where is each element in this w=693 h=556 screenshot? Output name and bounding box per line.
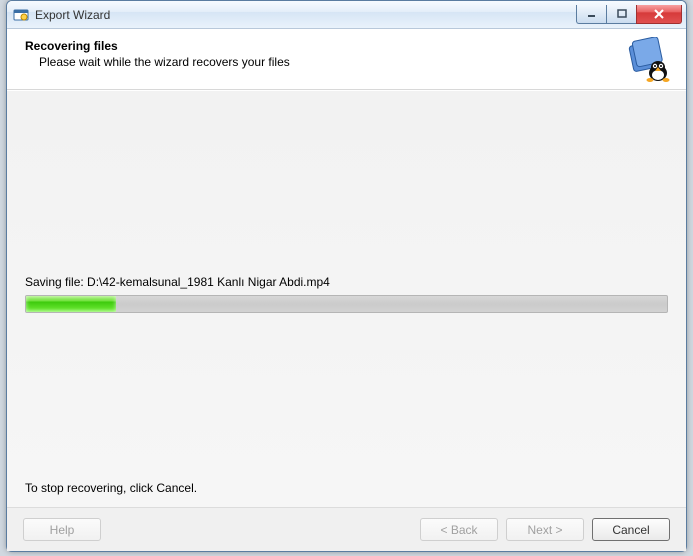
window-controls [576,5,682,24]
next-button[interactable]: Next > [506,518,584,541]
wizard-header-text: Recovering files Please wait while the w… [25,39,624,69]
back-button[interactable]: < Back [420,518,498,541]
maximize-button[interactable] [606,5,636,24]
export-wizard-window: Export Wizard Recovering files Please wa… [6,0,687,552]
wizard-content: Saving file: D:\42-kemalsunal_1981 Kanlı… [7,90,686,507]
minimize-button[interactable] [576,5,606,24]
progress-bar [25,295,668,313]
button-bar: Help < Back Next > Cancel [7,507,686,551]
status-text: Saving file: D:\42-kemalsunal_1981 Kanlı… [25,275,330,289]
wizard-header: Recovering files Please wait while the w… [7,29,686,90]
app-icon [13,7,29,23]
help-button[interactable]: Help [23,518,101,541]
titlebar: Export Wizard [7,1,686,29]
wizard-subheading: Please wait while the wizard recovers yo… [25,55,624,69]
window-title: Export Wizard [35,8,576,22]
wizard-icon [624,37,670,83]
status-prefix: Saving file: [25,275,87,289]
wizard-heading: Recovering files [25,39,624,53]
progress-fill [26,296,116,312]
cancel-button[interactable]: Cancel [592,518,670,541]
status-path: D:\42-kemalsunal_1981 Kanlı Nigar Abdi.m… [87,275,330,289]
close-button[interactable] [636,5,682,24]
hint-text: To stop recovering, click Cancel. [25,481,197,495]
